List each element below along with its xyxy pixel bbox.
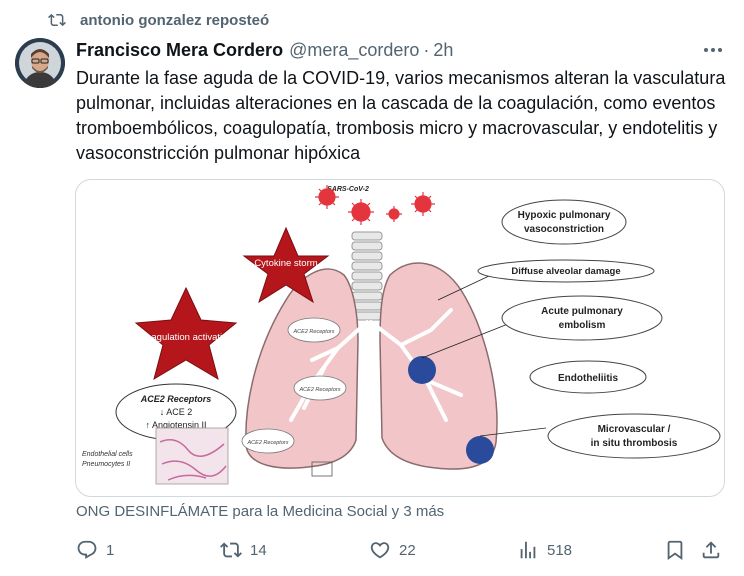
more-options-button[interactable] xyxy=(700,40,726,60)
bookmark-button[interactable] xyxy=(664,537,694,563)
like-count: 22 xyxy=(399,541,416,559)
covid-lung-diagram: SARS-CoV-2 Cytokine storm Coagulation ac… xyxy=(82,185,721,485)
star-label-coagulation: Coagulation activation xyxy=(139,332,232,343)
svg-text:↓ ACE 2: ↓ ACE 2 xyxy=(160,407,193,417)
share-icon xyxy=(702,541,720,559)
embolism-clot xyxy=(408,356,436,384)
avatar[interactable] xyxy=(15,38,65,88)
views-button[interactable]: 518 xyxy=(517,537,572,563)
repost-text: antonio gonzalez reposteó xyxy=(80,11,270,29)
author-handle[interactable]: @mera_cordero xyxy=(289,40,419,61)
coagulation-star: Coagulation activation xyxy=(134,286,238,381)
svg-text:Endotheliitis: Endotheliitis xyxy=(558,373,618,384)
svg-text:ACE2 Receptors: ACE2 Receptors xyxy=(293,329,335,335)
author-name[interactable]: Francisco Mera Cordero xyxy=(76,40,283,61)
star-label-cytokine: Cytokine storm xyxy=(254,258,317,269)
thrombosis-clot xyxy=(466,436,494,464)
cells-label-2: Pneumocytes II xyxy=(82,461,130,468)
cells-label-1: Endothelial cells xyxy=(82,451,133,458)
bookmark-icon xyxy=(667,540,683,561)
repost-banner[interactable]: antonio gonzalez reposteó xyxy=(48,10,269,30)
tagged-users[interactable]: ONG DESINFLÁMATE para la Medicina Social… xyxy=(76,503,444,520)
svg-text:Acute pulmonary: Acute pulmonary xyxy=(541,306,623,317)
repost-icon xyxy=(220,542,242,558)
heart-icon xyxy=(370,542,390,559)
svg-text:Microvascular /: Microvascular / xyxy=(598,424,671,435)
timestamp[interactable]: 2h xyxy=(433,40,453,61)
svg-text:ACE2 Receptors: ACE2 Receptors xyxy=(247,440,289,446)
tweet-text: Durante la fase aguda de la COVID-19, va… xyxy=(76,68,726,163)
repost-count: 14 xyxy=(250,541,267,559)
tweet-media-image[interactable]: SARS-CoV-2 Cytokine storm Coagulation ac… xyxy=(75,179,725,497)
svg-text:ACE2 Receptors: ACE2 Receptors xyxy=(299,387,341,393)
svg-text:vasoconstriction: vasoconstriction xyxy=(524,224,604,235)
reply-icon xyxy=(77,540,97,559)
repost-button[interactable]: 14 xyxy=(220,537,267,563)
svg-text:in situ thrombosis: in situ thrombosis xyxy=(591,438,678,449)
share-button[interactable] xyxy=(700,537,730,563)
like-button[interactable]: 22 xyxy=(369,537,416,563)
tweet-header: Francisco Mera Cordero @mera_cordero · 2… xyxy=(76,40,453,61)
svg-text:Hypoxic pulmonary: Hypoxic pulmonary xyxy=(518,210,611,221)
svg-text:Diffuse alveolar damage: Diffuse alveolar damage xyxy=(511,266,620,277)
views-icon xyxy=(520,541,536,559)
reply-button[interactable]: 1 xyxy=(76,537,114,563)
svg-text:embolism: embolism xyxy=(559,320,606,331)
reply-count: 1 xyxy=(106,541,115,559)
more-icon xyxy=(704,48,722,52)
action-bar: 1 14 22 518 xyxy=(76,537,726,563)
avatar-photo xyxy=(15,38,65,88)
views-count: 518 xyxy=(547,541,573,559)
svg-text:ACE2 Receptors: ACE2 Receptors xyxy=(140,394,212,404)
trachea xyxy=(351,231,383,321)
virus-icon xyxy=(315,185,435,225)
separator: · xyxy=(423,40,430,60)
histology-image xyxy=(155,427,229,485)
repost-icon xyxy=(48,13,66,27)
